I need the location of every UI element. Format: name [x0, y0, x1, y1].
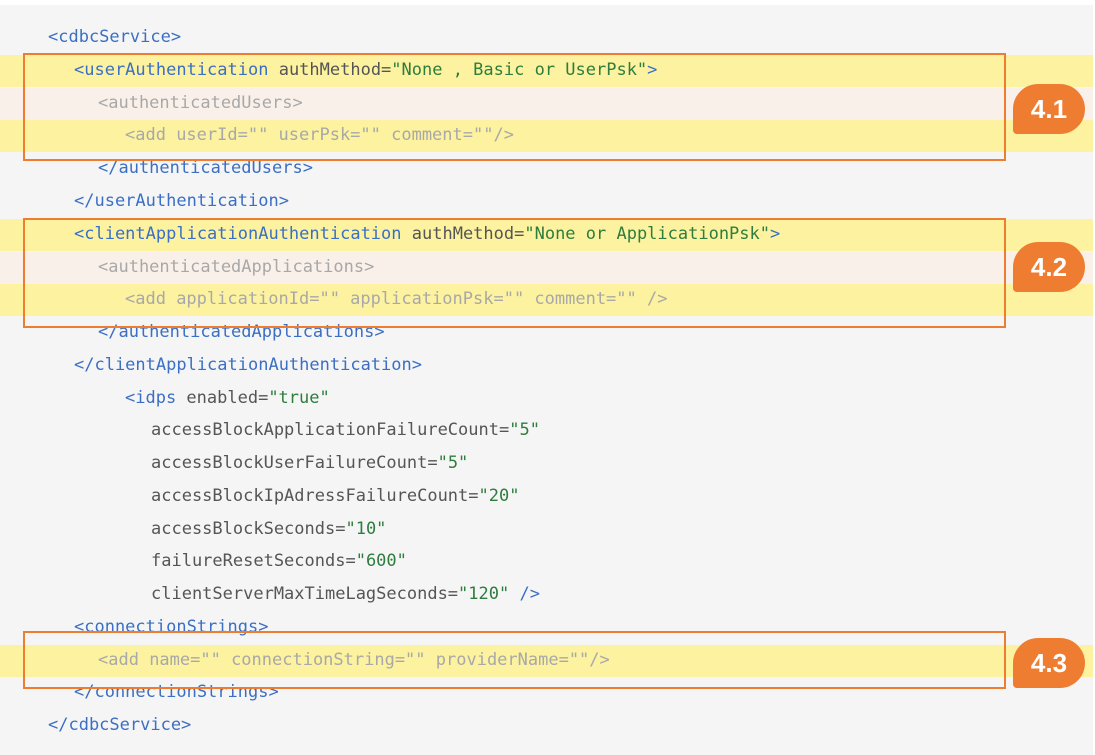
code-token: accessBlockSeconds=	[151, 519, 346, 539]
code-token: </cdbcService>	[48, 715, 192, 735]
code-line: </userAuthentication>	[74, 185, 289, 217]
code-token: "5"	[509, 420, 540, 440]
code-line: accessBlockApplicationFailureCount="5"	[151, 414, 540, 446]
code-token: accessBlockIpAdressFailureCount=	[151, 486, 479, 506]
callout-box-4-1	[23, 53, 1006, 161]
code-token: "600"	[355, 551, 407, 571]
code-token: />	[509, 584, 540, 604]
code-token: enabled=	[186, 388, 269, 408]
code-line: </clientApplicationAuthentication>	[74, 349, 422, 381]
code-token: "5"	[437, 453, 469, 473]
code-line: accessBlockIpAdressFailureCount="20"	[151, 480, 519, 512]
callout-box-4-2	[23, 218, 1006, 328]
callout-badge-4-3: 4.3	[1013, 638, 1085, 688]
code-line: <idps enabled="true"	[125, 382, 330, 414]
code-token: "120"	[458, 584, 510, 604]
code-line: clientServerMaxTimeLagSeconds="120" />	[151, 578, 540, 610]
code-token: "20"	[478, 486, 520, 506]
code-line: failureResetSeconds="600"	[151, 545, 407, 577]
code-token: "10"	[345, 519, 387, 539]
code-token: failureResetSeconds=	[151, 551, 356, 571]
code-token: "true"	[268, 388, 330, 408]
code-line: accessBlockUserFailureCount="5"	[151, 447, 468, 479]
code-line: </cdbcService>	[48, 709, 191, 741]
code-token: </authenticatedUsers>	[98, 158, 313, 178]
code-token: accessBlockApplicationFailureCount=	[151, 420, 510, 440]
code-token: </clientApplicationAuthentication>	[74, 355, 422, 375]
code-token: clientServerMaxTimeLagSeconds=	[151, 584, 459, 604]
code-line: accessBlockSeconds="10"	[151, 513, 386, 545]
callout-box-4-3	[23, 631, 1006, 689]
callout-badge-4-2: 4.2	[1013, 242, 1085, 292]
code-token: <cdbcService>	[48, 27, 182, 47]
code-token: accessBlockUserFailureCount=	[151, 453, 438, 473]
callout-badge-4-1: 4.1	[1013, 84, 1085, 134]
code-token: <idps	[125, 388, 187, 408]
code-line: <cdbcService>	[48, 21, 181, 53]
code-token: </userAuthentication>	[74, 191, 289, 211]
